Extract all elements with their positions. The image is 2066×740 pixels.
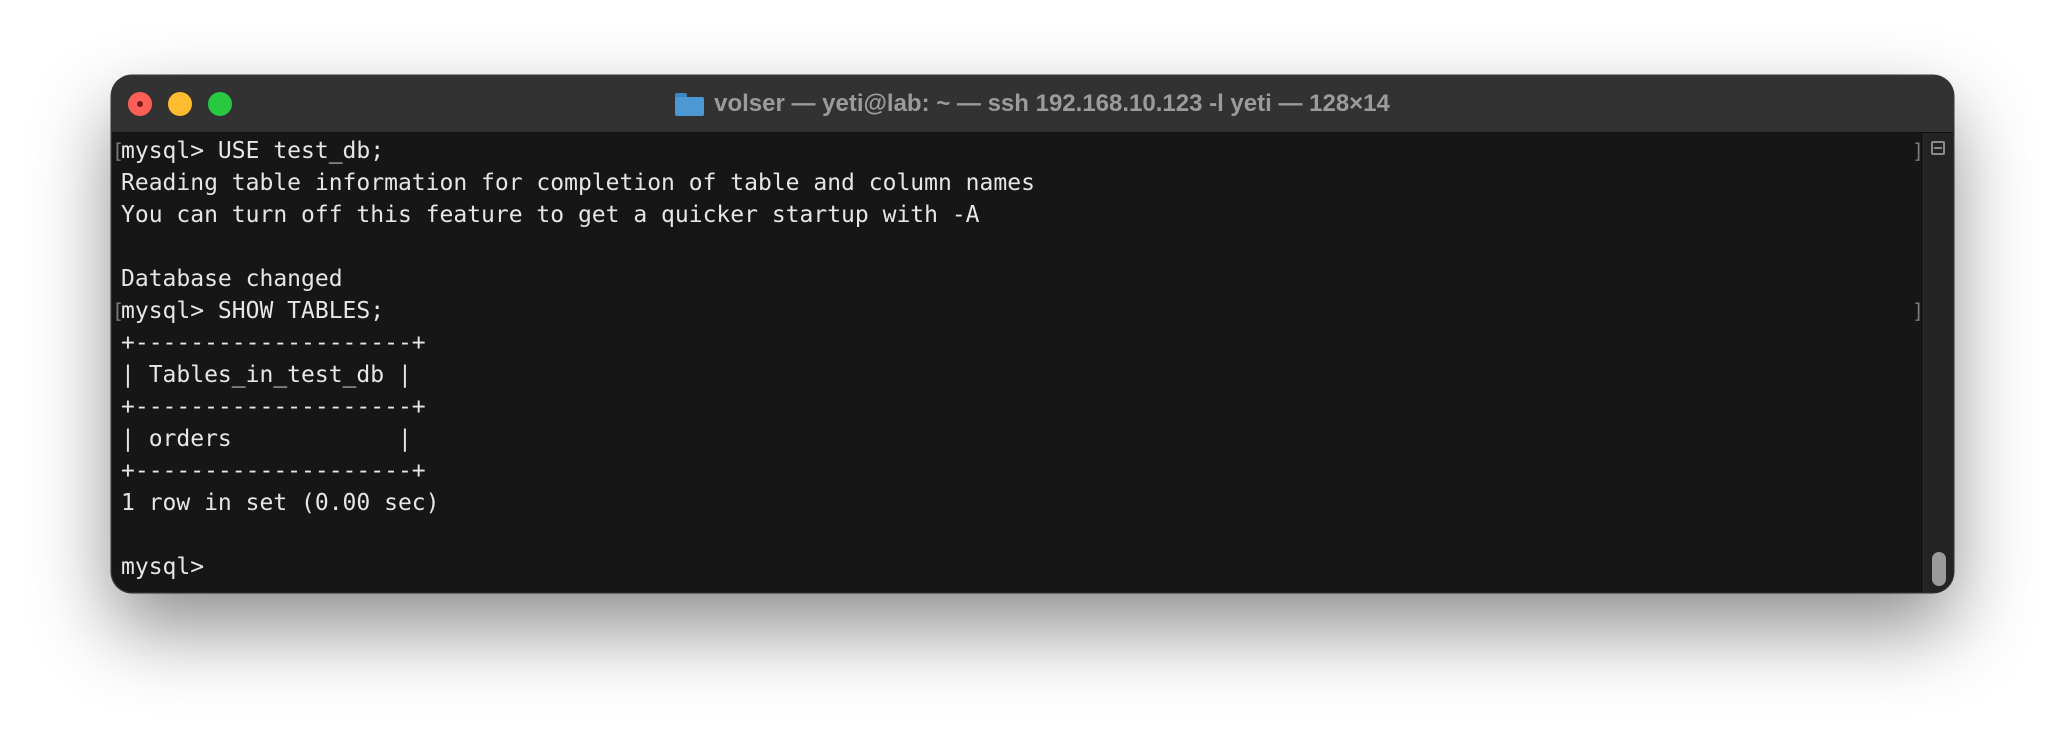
terminal-line: Reading table information for completion… (121, 170, 1035, 196)
terminal-window: volser — yeti@lab: ~ — ssh 192.168.10.12… (112, 76, 1953, 592)
window-title: volser — yeti@lab: ~ — ssh 192.168.10.12… (714, 90, 1390, 117)
window-title-group: volser — yeti@lab: ~ — ssh 192.168.10.12… (112, 76, 1953, 132)
terminal-line: mysql> (121, 554, 205, 580)
scroll-thumb[interactable] (1932, 552, 1946, 586)
terminal-line: Database changed (121, 266, 343, 292)
terminal-output[interactable]: mysql> USE test_db; Reading table inform… (112, 133, 1924, 592)
terminal-line: mysql> SHOW TABLES; (121, 298, 385, 324)
terminal-line: | orders | (121, 426, 412, 452)
terminal-line: You can turn off this feature to get a q… (121, 202, 980, 228)
scrollbar[interactable] (1923, 133, 1953, 592)
title-bar[interactable]: volser — yeti@lab: ~ — ssh 192.168.10.12… (112, 76, 1953, 133)
folder-icon (675, 92, 705, 116)
terminal-line: +--------------------+ (121, 458, 426, 484)
command-mark-left: [ (112, 139, 125, 163)
terminal-line: +--------------------+ (121, 330, 426, 356)
terminal-line: | Tables_in_test_db | (121, 362, 412, 388)
terminal-line: +--------------------+ (121, 394, 426, 420)
command-mark-left: [ (112, 299, 125, 323)
terminal-line: mysql> USE test_db; (121, 138, 385, 164)
terminal-line: 1 row in set (0.00 sec) (121, 490, 440, 516)
split-pane-icon[interactable] (1931, 141, 1945, 155)
